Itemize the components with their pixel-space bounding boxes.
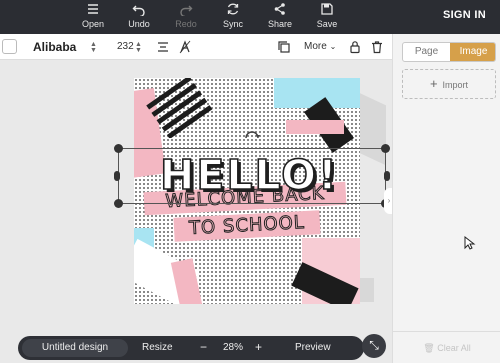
clear-all-label: Clear All	[437, 343, 471, 353]
fullscreen-button[interactable]: ⤡	[362, 334, 386, 358]
bottom-bar: Untitled design Resize − 28% + Preview	[18, 336, 364, 360]
panel-footer: 🗑 Clear All	[393, 331, 500, 363]
resize-handle-left[interactable]	[114, 171, 120, 181]
more-menu[interactable]: More ⌄	[304, 41, 336, 52]
sign-in-button[interactable]: SIGN IN	[443, 9, 486, 21]
hamburger-icon	[88, 4, 98, 14]
resize-handle-bottom-left[interactable]	[114, 199, 123, 208]
redo-label: Redo	[175, 19, 197, 29]
undo-label: Undo	[128, 19, 150, 29]
undo-icon	[132, 5, 145, 16]
resize-handle-top-right[interactable]	[381, 144, 390, 153]
redo-button[interactable]: Redo	[164, 2, 208, 32]
font-family-stepper-icon[interactable]: ▲ ▼	[90, 41, 97, 54]
save-button[interactable]: Save	[305, 2, 349, 32]
save-label: Save	[316, 19, 338, 29]
text-effects-icon[interactable]	[178, 40, 192, 54]
import-button[interactable]: + Import	[402, 69, 496, 99]
zoom-out-button[interactable]: −	[200, 340, 207, 354]
resize-handle-right[interactable]	[384, 171, 390, 181]
open-label: Open	[81, 19, 105, 29]
align-icon[interactable]	[156, 40, 170, 54]
lock-icon[interactable]	[348, 40, 362, 54]
top-toolbar: Open Undo Redo Sync Share Save SIGN IN	[0, 0, 500, 34]
design-name-field[interactable]: Untitled design	[22, 339, 128, 357]
selection-box[interactable]	[114, 144, 390, 208]
font-family-select[interactable]: Alibaba	[33, 40, 79, 54]
resize-button[interactable]: Resize	[142, 342, 173, 353]
text-color-swatch[interactable]	[2, 39, 17, 54]
more-label: More	[304, 41, 327, 52]
zoom-level: 28%	[223, 342, 244, 353]
rotate-handle-icon[interactable]	[244, 130, 260, 140]
zoom-in-button[interactable]: +	[255, 340, 262, 354]
panel-tabs: Page Image	[402, 42, 496, 62]
right-panel: Page Image + Import 🗑 Clear All	[392, 34, 500, 363]
plus-icon: +	[429, 76, 438, 91]
undo-button[interactable]: Undo	[117, 2, 161, 32]
preview-button[interactable]: Preview	[295, 342, 331, 353]
open-button[interactable]: Open	[71, 2, 115, 32]
resize-handle-top-left[interactable]	[114, 144, 123, 153]
black-stripes-shape	[146, 78, 213, 138]
editor-app: Open Undo Redo Sync Share Save SIGN IN A…	[0, 0, 500, 363]
redo-icon	[180, 5, 193, 16]
trash-icon: 🗑	[423, 343, 435, 353]
share-icon	[274, 3, 285, 15]
tab-page[interactable]: Page	[403, 43, 450, 61]
chevron-down-icon: ⌄	[329, 42, 337, 51]
expand-icon: ⤡	[369, 338, 379, 352]
mouse-cursor-icon	[464, 236, 476, 250]
trash-icon[interactable]	[370, 40, 384, 54]
sync-label: Sync	[222, 19, 243, 29]
font-size-stepper-icon[interactable]: ▲ ▼	[135, 41, 142, 54]
canvas-area[interactable]: WELCOME BACK TO SCHOOL HELLO!	[0, 60, 392, 363]
sync-icon	[227, 3, 239, 15]
share-label: Share	[267, 19, 293, 29]
save-icon	[321, 3, 333, 15]
import-label: Import	[442, 80, 469, 90]
duplicate-icon[interactable]	[277, 40, 291, 54]
banner-school-text: TO SCHOOL	[188, 211, 306, 240]
clear-all-button[interactable]: 🗑 Clear All	[423, 343, 470, 353]
format-bar: Alibaba ▲ ▼ 232 ▲ ▼ More ⌄	[0, 34, 392, 60]
share-button[interactable]: Share	[258, 2, 302, 32]
pink-bar-shape	[286, 120, 344, 134]
sync-button[interactable]: Sync	[211, 2, 255, 32]
banner-school[interactable]: TO SCHOOL	[173, 210, 321, 242]
font-size-select[interactable]: 232	[117, 41, 134, 52]
tab-image[interactable]: Image	[450, 43, 495, 61]
